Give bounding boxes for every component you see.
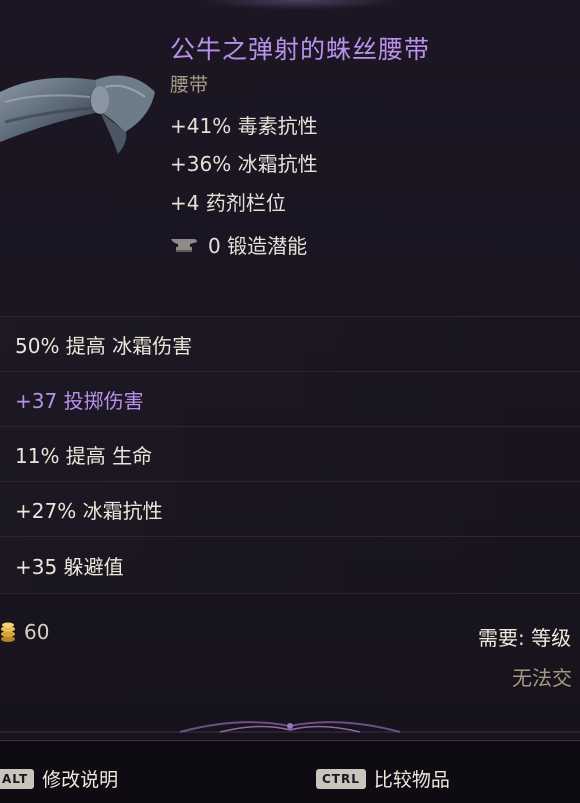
command-bar: ALT 修改说明 CTRL 比较物品 — [0, 740, 580, 803]
item-tooltip: 公牛之弹射的蛛丝腰带 腰带 +41% 毒素抗性 +36% 冰霜抗性 +4 药剂栏… — [0, 0, 580, 740]
bottom-ornament — [0, 721, 580, 733]
forge-potential: 0 锻造潜能 — [170, 230, 307, 259]
forge-potential-text: 0 锻造潜能 — [208, 234, 308, 258]
ctrl-command[interactable]: CTRL 比较物品 — [316, 765, 450, 792]
affix-row: 50% 提高 冰霜伤害 — [0, 316, 580, 371]
top-ornament — [200, 0, 400, 10]
ctrl-command-label: 比较物品 — [373, 769, 450, 791]
tradeable-status: 无法交 — [512, 666, 572, 690]
item-name: 公牛之弹射的蛛丝腰带 — [170, 35, 431, 64]
implicit-stat: +41% 毒素抗性 — [170, 114, 318, 138]
affix-row: 11% 提高 生命 — [0, 426, 580, 481]
affix-row-special: +37 投掷伤害 — [0, 371, 580, 426]
implicit-stat: +4 药剂栏位 — [170, 191, 286, 215]
alt-keycap: ALT — [0, 768, 35, 789]
affix-row: +35 躲避值 — [0, 536, 580, 594]
anvil-icon — [171, 238, 197, 252]
affix-list: 50% 提高 冰霜伤害 +37 投掷伤害 11% 提高 生命 +27% 冰霜抗性… — [0, 316, 580, 594]
ctrl-keycap: CTRL — [316, 768, 366, 789]
implicit-stat: +36% 冰霜抗性 — [170, 152, 318, 176]
item-type: 腰带 — [170, 74, 209, 96]
alt-command[interactable]: ALT 修改说明 — [0, 765, 118, 792]
gold-coins-icon — [1, 622, 15, 642]
alt-command-label: 修改说明 — [42, 769, 119, 791]
affix-row: +27% 冰霜抗性 — [0, 481, 580, 536]
gold-value: 60 — [0, 620, 49, 644]
spider-silk-belt-icon — [0, 75, 155, 154]
gold-value-text: 60 — [24, 620, 50, 644]
level-requirement: 需要: 等级 — [478, 626, 572, 650]
